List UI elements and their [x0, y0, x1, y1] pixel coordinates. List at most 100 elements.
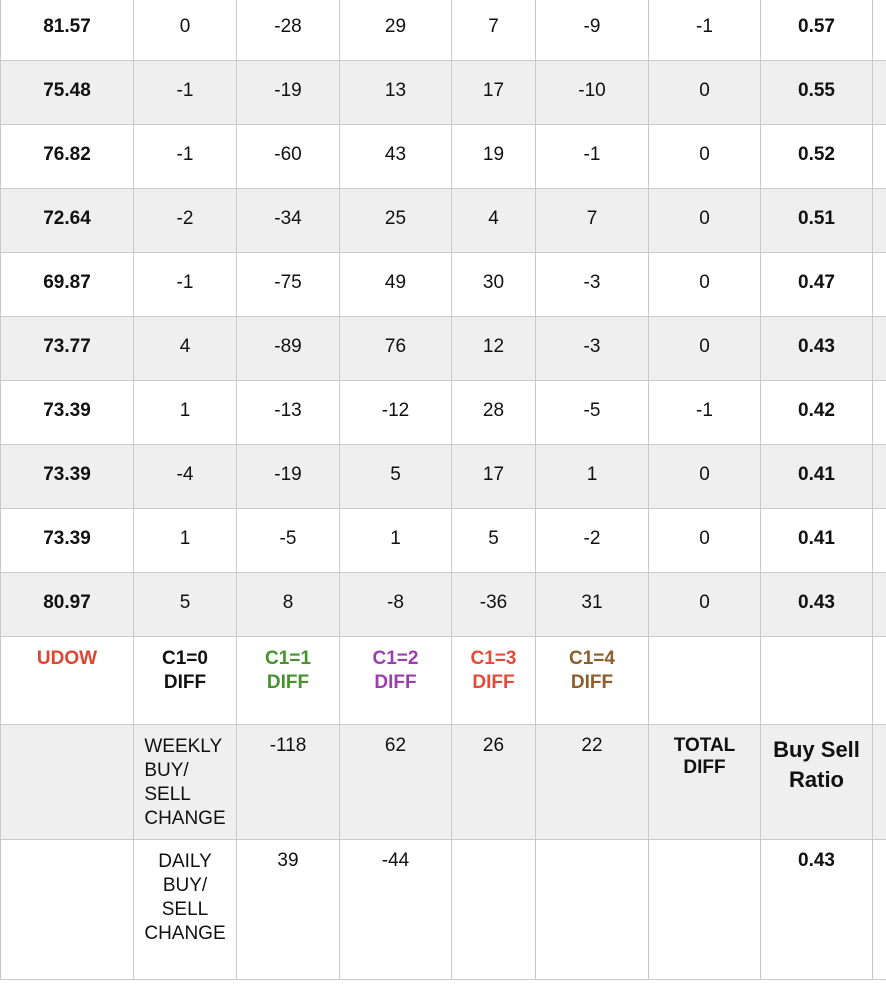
header-c1-3-diff[interactable]: C1=3 DIFF — [451, 636, 536, 725]
c1-0-diff-cell[interactable]: 1 — [133, 508, 237, 573]
daily-empty-cell[interactable] — [451, 839, 536, 980]
weekly-c1-2-cell[interactable]: 62 — [339, 724, 452, 840]
total-diff-cell[interactable]: 0 — [648, 508, 761, 573]
daily-empty-cell[interactable] — [648, 839, 761, 980]
daily-empty-cell[interactable] — [535, 839, 649, 980]
udow-cell[interactable]: 73.39 — [0, 444, 134, 509]
udow-cell[interactable]: 69.87 — [0, 252, 134, 317]
c1-3-diff-cell[interactable]: 19 — [451, 124, 536, 189]
ratio-cell[interactable]: 0.43 — [760, 316, 873, 381]
udow-cell[interactable]: 81.57 — [0, 0, 134, 61]
c1-0-diff-cell[interactable]: -4 — [133, 444, 237, 509]
c1-0-diff-cell[interactable]: -2 — [133, 188, 237, 253]
udow-cell[interactable]: 72.64 — [0, 188, 134, 253]
c1-2-diff-cell[interactable]: 29 — [339, 0, 452, 61]
empty-cell[interactable] — [872, 124, 886, 189]
ratio-cell[interactable]: 0.41 — [760, 508, 873, 573]
c1-2-diff-cell[interactable]: -8 — [339, 572, 452, 637]
c1-1-diff-cell[interactable]: 8 — [236, 572, 340, 637]
c1-0-diff-cell[interactable]: -1 — [133, 124, 237, 189]
daily-empty-cell[interactable] — [0, 839, 134, 980]
total-diff-cell[interactable]: 0 — [648, 316, 761, 381]
c1-2-diff-cell[interactable]: 13 — [339, 60, 452, 125]
c1-3-diff-cell[interactable]: 30 — [451, 252, 536, 317]
c1-1-diff-cell[interactable]: -34 — [236, 188, 340, 253]
c1-3-diff-cell[interactable]: 7 — [451, 0, 536, 61]
c1-1-diff-cell[interactable]: -13 — [236, 380, 340, 445]
c1-4-diff-cell[interactable]: -10 — [535, 60, 649, 125]
weekly-label-cell[interactable]: WEEKLY BUY/ SELL CHANGE — [133, 724, 237, 840]
c1-1-diff-cell[interactable]: -60 — [236, 124, 340, 189]
c1-4-diff-cell[interactable]: 1 — [535, 444, 649, 509]
ratio-cell[interactable]: 0.52 — [760, 124, 873, 189]
ratio-cell[interactable]: 0.51 — [760, 188, 873, 253]
c1-0-diff-cell[interactable]: 0 — [133, 0, 237, 61]
udow-cell[interactable]: 75.48 — [0, 60, 134, 125]
c1-4-diff-cell[interactable]: -2 — [535, 508, 649, 573]
c1-3-diff-cell[interactable]: 12 — [451, 316, 536, 381]
ratio-cell[interactable]: 0.41 — [760, 444, 873, 509]
c1-1-diff-cell[interactable]: -28 — [236, 0, 340, 61]
header-empty-cell[interactable] — [760, 636, 873, 725]
header-c1-2-diff[interactable]: C1=2 DIFF — [339, 636, 452, 725]
weekly-c1-3-cell[interactable]: 26 — [451, 724, 536, 840]
ratio-cell[interactable]: 0.43 — [760, 572, 873, 637]
total-diff-cell[interactable]: 0 — [648, 444, 761, 509]
empty-cell[interactable] — [872, 252, 886, 317]
c1-2-diff-cell[interactable]: 25 — [339, 188, 452, 253]
daily-label-cell[interactable]: DAILY BUY/ SELL CHANGE — [133, 839, 237, 980]
c1-2-diff-cell[interactable]: 76 — [339, 316, 452, 381]
c1-4-diff-cell[interactable]: 7 — [535, 188, 649, 253]
c1-4-diff-cell[interactable]: 31 — [535, 572, 649, 637]
udow-cell[interactable]: 80.97 — [0, 572, 134, 637]
c1-3-diff-cell[interactable]: 17 — [451, 444, 536, 509]
empty-cell[interactable] — [872, 444, 886, 509]
daily-ratio-cell[interactable]: 0.43 — [760, 839, 873, 980]
header-empty-cell[interactable] — [872, 636, 886, 725]
total-diff-cell[interactable]: 0 — [648, 124, 761, 189]
c1-2-diff-cell[interactable]: 43 — [339, 124, 452, 189]
c1-0-diff-cell[interactable]: 1 — [133, 380, 237, 445]
weekly-c1-4-cell[interactable]: 22 — [535, 724, 649, 840]
udow-cell[interactable]: 73.39 — [0, 380, 134, 445]
ratio-cell[interactable]: 0.47 — [760, 252, 873, 317]
header-c1-1-diff[interactable]: C1=1 DIFF — [236, 636, 340, 725]
empty-cell[interactable] — [872, 0, 886, 61]
c1-3-diff-cell[interactable]: 28 — [451, 380, 536, 445]
weekly-empty-cell[interactable] — [872, 724, 886, 840]
header-c1-0-diff[interactable]: C1=0 DIFF — [133, 636, 237, 725]
c1-2-diff-cell[interactable]: 5 — [339, 444, 452, 509]
c1-2-diff-cell[interactable]: -12 — [339, 380, 452, 445]
empty-cell[interactable] — [872, 60, 886, 125]
c1-3-diff-cell[interactable]: 17 — [451, 60, 536, 125]
c1-4-diff-cell[interactable]: -3 — [535, 252, 649, 317]
daily-empty-cell[interactable] — [872, 839, 886, 980]
empty-cell[interactable] — [872, 188, 886, 253]
header-empty-cell[interactable] — [648, 636, 761, 725]
daily-c1-1-cell[interactable]: 39 — [236, 839, 340, 980]
c1-4-diff-cell[interactable]: -3 — [535, 316, 649, 381]
c1-1-diff-cell[interactable]: -19 — [236, 444, 340, 509]
c1-4-diff-cell[interactable]: -5 — [535, 380, 649, 445]
udow-cell[interactable]: 76.82 — [0, 124, 134, 189]
total-diff-label-cell[interactable]: TOTAL DIFF — [648, 724, 761, 840]
udow-cell[interactable]: 73.39 — [0, 508, 134, 573]
ratio-label-cell[interactable]: Buy Sell Ratio — [760, 724, 873, 840]
total-diff-cell[interactable]: -1 — [648, 380, 761, 445]
c1-0-diff-cell[interactable]: -1 — [133, 252, 237, 317]
udow-cell[interactable]: 73.77 — [0, 316, 134, 381]
c1-1-diff-cell[interactable]: -19 — [236, 60, 340, 125]
ratio-cell[interactable]: 0.55 — [760, 60, 873, 125]
total-diff-cell[interactable]: 0 — [648, 188, 761, 253]
total-diff-cell[interactable]: 0 — [648, 572, 761, 637]
empty-cell[interactable] — [872, 316, 886, 381]
c1-1-diff-cell[interactable]: -75 — [236, 252, 340, 317]
empty-cell[interactable] — [872, 508, 886, 573]
daily-c1-2-cell[interactable]: -44 — [339, 839, 452, 980]
total-diff-cell[interactable]: -1 — [648, 0, 761, 61]
c1-0-diff-cell[interactable]: 4 — [133, 316, 237, 381]
header-c1-4-diff[interactable]: C1=4 DIFF — [535, 636, 649, 725]
total-diff-cell[interactable]: 0 — [648, 60, 761, 125]
c1-1-diff-cell[interactable]: -89 — [236, 316, 340, 381]
empty-cell[interactable] — [872, 572, 886, 637]
